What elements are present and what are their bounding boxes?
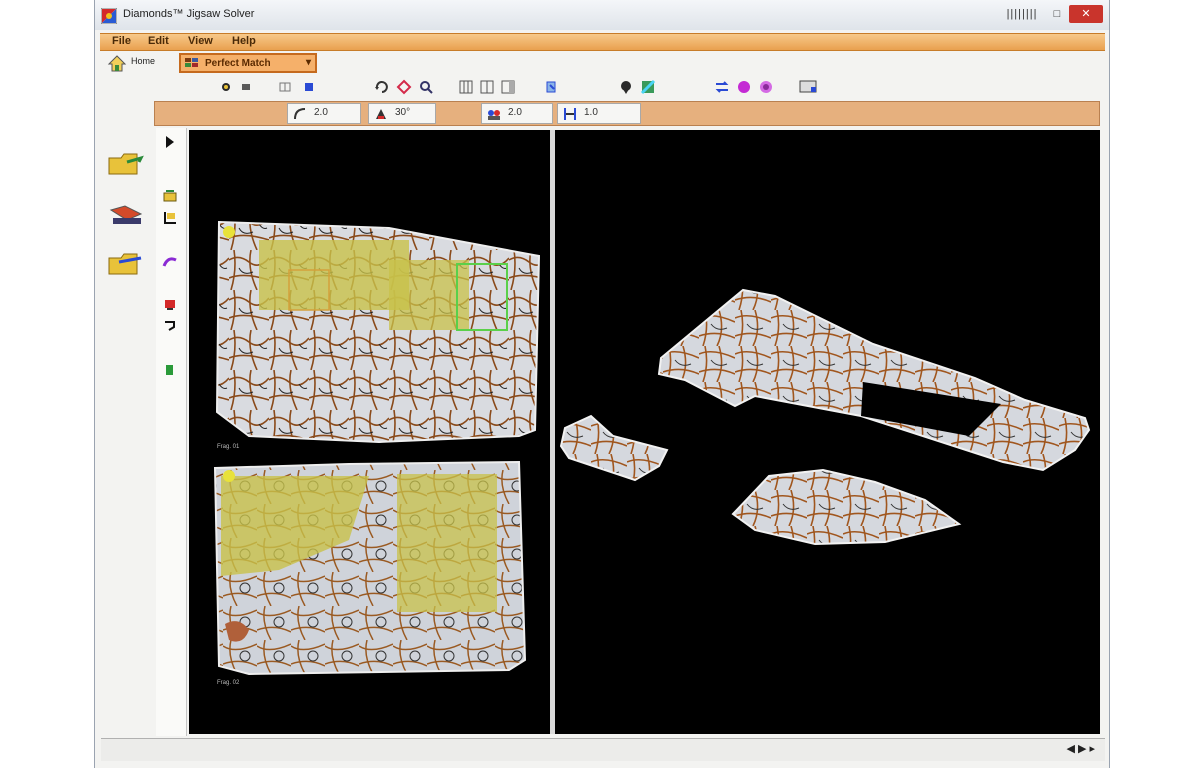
assembled-fragment-small[interactable] <box>559 414 669 482</box>
count-field[interactable]: 2.0 <box>481 103 553 124</box>
window-title: Diamonds™ Jigsaw Solver <box>123 8 255 20</box>
magenta-circle-icon[interactable] <box>736 79 752 95</box>
assembled-fragments <box>559 288 1091 546</box>
split-view-icon[interactable] <box>479 79 495 95</box>
count-value: 2.0 <box>508 107 522 118</box>
columns-icon[interactable] <box>458 79 474 95</box>
play-icon[interactable] <box>162 134 178 150</box>
menu-bar: File Edit View Help <box>100 33 1105 51</box>
rotate-icon[interactable] <box>374 79 390 95</box>
dot-black-icon[interactable] <box>218 79 234 95</box>
assembled-fragment-curved[interactable] <box>731 468 962 546</box>
hook-icon[interactable] <box>162 318 178 334</box>
width-icon <box>564 108 576 120</box>
tilt-field[interactable]: 30° <box>368 103 436 124</box>
layers-icon[interactable] <box>543 79 559 95</box>
angle-value: 2.0 <box>314 107 328 118</box>
monitor-icon[interactable] <box>798 79 818 95</box>
status-bar: ◀ ▶ ▸ <box>101 738 1105 761</box>
fragment-bottom[interactable] <box>213 460 527 676</box>
panel-icon[interactable] <box>500 79 516 95</box>
canvas-right[interactable] <box>555 130 1100 734</box>
sidebar <box>101 128 153 738</box>
curve-icon <box>294 108 306 120</box>
caption-bottom: Frag. 02 <box>217 680 240 686</box>
chevron-down-icon: ▾ <box>305 57 311 68</box>
triangle-icon <box>376 109 386 119</box>
magenta-ring-icon[interactable] <box>758 79 774 95</box>
close-button[interactable]: ✕ <box>1069 5 1103 23</box>
canvas-left[interactable]: Frag. 01 Frag. 02 <box>189 130 550 734</box>
home-icon <box>107 55 127 72</box>
tilt-value: 30° <box>395 107 411 118</box>
brush-icon[interactable] <box>162 254 178 270</box>
menu-file[interactable]: File <box>112 35 131 47</box>
menu-view[interactable]: View <box>188 35 213 47</box>
diamond-icon[interactable] <box>396 79 412 95</box>
size-field[interactable]: 1.0 <box>557 103 641 124</box>
home-button[interactable]: Home <box>105 52 165 74</box>
blue-square-icon[interactable] <box>301 79 317 95</box>
fragment-top[interactable] <box>215 220 541 444</box>
paint-icon[interactable] <box>640 79 656 95</box>
open-folder-icon[interactable] <box>107 148 147 180</box>
app-logo-icon <box>101 8 117 24</box>
green-tag-icon[interactable] <box>162 362 178 378</box>
title-bar: Diamonds™ Jigsaw Solver |||||||| □ ✕ <box>95 0 1109 30</box>
puzzle-icon <box>185 58 198 67</box>
assembled-fragment-large[interactable] <box>657 288 1091 472</box>
group-icon <box>488 110 500 120</box>
angle-field[interactable]: 2.0 <box>287 103 361 124</box>
home-label: Home <box>131 56 156 66</box>
swap-icon[interactable] <box>714 79 730 95</box>
crop-icon[interactable] <box>162 210 178 226</box>
mode-select[interactable]: Perfect Match ▾ <box>179 53 317 73</box>
save-folder-icon[interactable] <box>107 248 147 280</box>
zoom-icon[interactable] <box>418 79 434 95</box>
menu-edit[interactable]: Edit <box>148 35 169 47</box>
app-window: Diamonds™ Jigsaw Solver |||||||| □ ✕ Fil… <box>94 0 1110 768</box>
scanner-icon[interactable] <box>107 198 147 230</box>
grid-icon[interactable] <box>277 79 293 95</box>
square-icon[interactable] <box>238 79 254 95</box>
mode-select-label: Perfect Match <box>205 58 271 69</box>
pin-icon[interactable] <box>618 79 634 95</box>
stamp-icon[interactable] <box>162 296 178 312</box>
size-value: 1.0 <box>584 107 598 118</box>
tray-icon[interactable] <box>162 188 178 204</box>
fragment-scans: Frag. 01 Frag. 02 <box>213 220 541 686</box>
tool-strip <box>156 128 187 736</box>
maximize-button[interactable]: □ <box>1047 5 1067 23</box>
property-bar: 2.0 30° 2.0 1.0 <box>154 101 1100 126</box>
minimize-button[interactable]: |||||||| <box>999 5 1045 23</box>
menu-help[interactable]: Help <box>232 35 256 47</box>
caption-top: Frag. 01 <box>217 444 240 450</box>
page-nav[interactable]: ◀ ▶ ▸ <box>1066 742 1095 755</box>
